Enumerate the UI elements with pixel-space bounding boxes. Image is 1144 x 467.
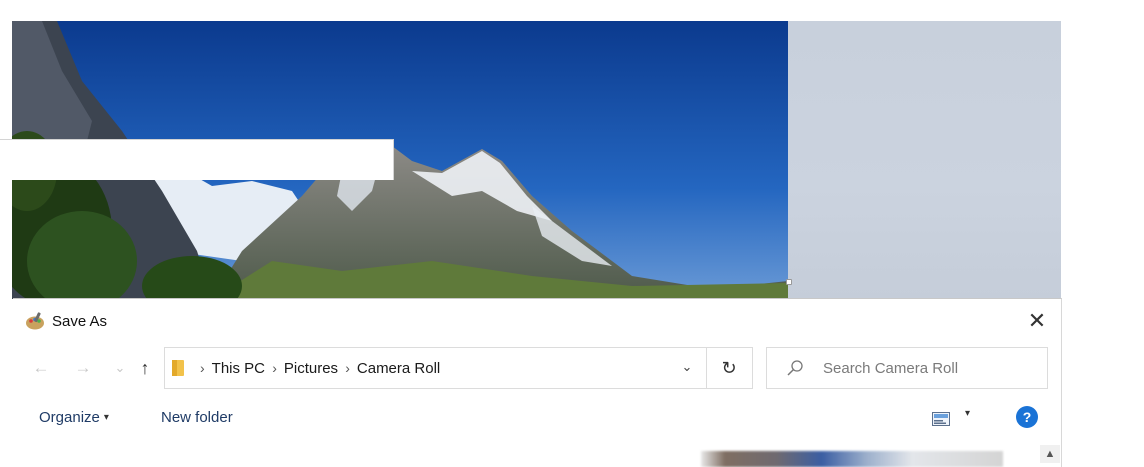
address-dropdown-button[interactable]: ⌄ xyxy=(678,358,696,376)
back-arrow-icon: ← xyxy=(32,358,50,377)
breadcrumb-separator: › xyxy=(345,360,350,376)
navigation-row: ← → ⌄ ↑ › This PC › Pictures › Camera Roll … xyxy=(13,345,1061,393)
change-view-icon[interactable] xyxy=(932,412,950,426)
view-options-caret-icon[interactable]: ▾ xyxy=(965,408,970,419)
organize-label: Organize xyxy=(39,409,100,426)
breadcrumb-separator: › xyxy=(200,360,205,376)
address-bar[interactable]: › This PC › Pictures › Camera Roll ⌄ xyxy=(164,347,707,389)
recent-locations-button[interactable]: ⌄ xyxy=(109,357,131,379)
chevron-up-icon: ▲ xyxy=(1044,448,1056,460)
help-button[interactable]: ? xyxy=(1016,406,1038,428)
title-bar: Save As ✕ xyxy=(13,299,1061,344)
breadcrumb-camera-roll[interactable]: Camera Roll xyxy=(357,360,440,377)
new-folder-button[interactable]: New folder xyxy=(161,409,233,426)
refresh-button[interactable]: ↻ xyxy=(706,347,753,389)
command-toolbar: Organize ▾ New folder ▾ ? xyxy=(13,395,1061,440)
refresh-icon: ↻ xyxy=(721,358,737,378)
search-box[interactable]: Search Camera Roll xyxy=(766,347,1048,389)
up-arrow-icon: ↑ xyxy=(140,358,150,378)
paint-icon xyxy=(26,312,44,330)
chevron-down-icon: ⌄ xyxy=(681,359,693,374)
forward-arrow-icon: → xyxy=(74,358,92,377)
forward-button[interactable]: → xyxy=(72,357,94,379)
close-icon: ✕ xyxy=(1027,308,1047,333)
search-icon xyxy=(787,360,803,376)
file-thumbnail[interactable] xyxy=(701,451,1003,467)
search-input[interactable]: Search Camera Roll xyxy=(823,360,958,377)
up-button[interactable]: ↑ xyxy=(134,357,156,379)
save-as-dialog: Save As ✕ ← → ⌄ ↑ › This PC › Pictures › Ca… xyxy=(13,298,1062,467)
breadcrumb-this-pc[interactable]: This PC xyxy=(212,360,265,377)
chevron-down-icon: ⌄ xyxy=(114,360,126,375)
help-icon: ? xyxy=(1022,409,1032,425)
breadcrumb-separator: › xyxy=(272,360,277,376)
navigation-pane[interactable] xyxy=(0,139,394,180)
dialog-title: Save As xyxy=(52,313,108,330)
blurred-background-panel xyxy=(788,21,1061,299)
breadcrumb: › This PC › Pictures › Camera Roll xyxy=(197,360,440,377)
organize-menu-button[interactable]: Organize ▾ xyxy=(39,409,109,426)
scroll-up-button[interactable]: ▲ xyxy=(1040,445,1060,463)
back-button[interactable]: ← xyxy=(30,357,52,379)
folder-icon xyxy=(172,360,184,376)
breadcrumb-pictures[interactable]: Pictures xyxy=(284,360,338,377)
resize-handle[interactable] xyxy=(786,279,792,285)
caret-down-icon: ▾ xyxy=(103,412,109,423)
close-button[interactable]: ✕ xyxy=(1025,309,1049,333)
